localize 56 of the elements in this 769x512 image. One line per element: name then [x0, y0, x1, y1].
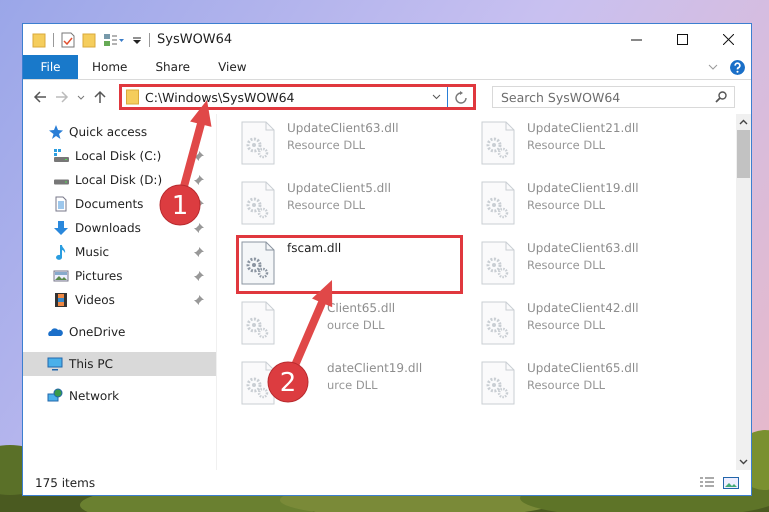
film-icon — [53, 292, 69, 308]
file-type: urce DLL — [327, 378, 378, 392]
dropdown-chevron-icon[interactable] — [432, 94, 441, 100]
nav-item[interactable]: This PC — [23, 352, 216, 376]
network-icon — [47, 388, 63, 404]
expand-ribbon-chevron-icon[interactable] — [708, 64, 718, 70]
file-name[interactable]: fscam.dll — [287, 241, 342, 255]
drive-icon — [53, 148, 69, 164]
up-arrow-icon[interactable] — [93, 90, 107, 104]
nav-item[interactable]: Network — [23, 384, 216, 408]
nav-item[interactable]: Local Disk (C:) — [23, 144, 216, 168]
file-type: Resource DLL — [287, 138, 366, 152]
download-arrow-icon — [53, 220, 69, 236]
file-type: Resource DLL — [527, 258, 606, 272]
details-view-icon[interactable] — [699, 476, 715, 490]
computer-icon — [47, 356, 63, 372]
close-icon — [722, 34, 734, 45]
scrollbar-thumb[interactable] — [737, 130, 750, 178]
picture-icon — [53, 268, 69, 284]
search-field[interactable]: Search SysWOW64 — [492, 86, 735, 108]
file-type: Resource DLL — [527, 138, 606, 152]
large-icons-view-icon[interactable] — [723, 476, 739, 490]
file-type: Resource DLL — [287, 198, 366, 212]
step-number-badge: 1 — [160, 184, 200, 226]
scroll-down-icon[interactable] — [739, 459, 748, 465]
refresh-icon — [454, 90, 466, 104]
file-type: ource DLL — [327, 318, 386, 332]
drive-icon — [53, 179, 69, 185]
file-menu-button[interactable]: File — [23, 55, 78, 79]
item-count: 175 items — [35, 476, 96, 490]
window-title: SysWOW64 — [157, 32, 232, 47]
ribbon-tab[interactable]: Share — [141, 55, 204, 79]
nav-item[interactable]: Quick access — [23, 120, 216, 144]
step-number-badge: 2 — [268, 362, 308, 402]
address-bar[interactable]: C:\Windows\SysWOW64 — [119, 84, 476, 110]
view-options-icon[interactable] — [103, 32, 125, 48]
nav-item[interactable]: Pictures — [23, 264, 216, 288]
file-type: Resource DLL — [527, 378, 606, 392]
file-type: Resource DLL — [527, 318, 606, 332]
nav-item[interactable]: Videos — [23, 288, 216, 312]
address-path: C:\Windows\SysWOW64 — [145, 90, 296, 104]
document-icon — [53, 196, 69, 212]
help-icon[interactable] — [730, 60, 745, 74]
checklist-icon[interactable] — [61, 32, 75, 48]
nav-item[interactable]: Music — [23, 240, 216, 264]
maximize-icon — [676, 34, 688, 45]
search-icon[interactable] — [715, 91, 727, 103]
ribbon-tab[interactable]: Home — [78, 55, 142, 79]
scroll-up-icon[interactable] — [739, 119, 748, 125]
star-icon — [47, 124, 63, 140]
back-arrow-icon[interactable] — [33, 90, 47, 104]
file-type: Resource DLL — [527, 198, 606, 212]
ribbon-tab[interactable]: View — [204, 55, 261, 79]
minimize-icon — [630, 38, 642, 40]
nav-item[interactable]: OneDrive — [23, 320, 216, 344]
folder-icon — [126, 89, 139, 105]
